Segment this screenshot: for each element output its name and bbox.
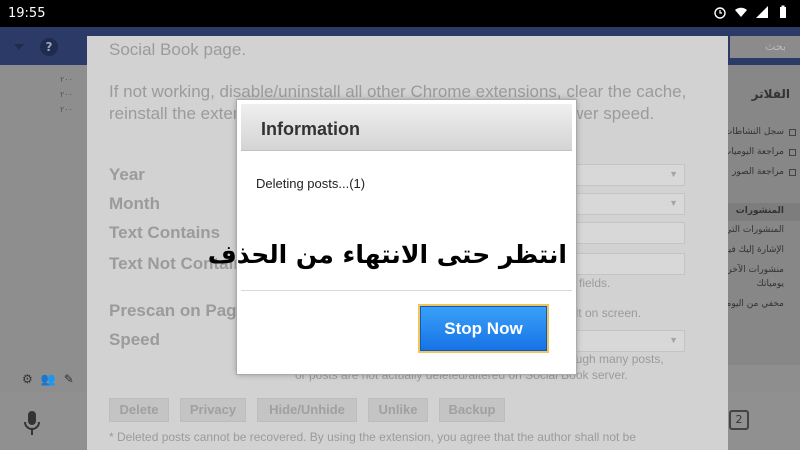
sidebar-item-photo-review[interactable]: مراجعة الصور xyxy=(732,167,784,177)
date-item: ٢٠٠ xyxy=(60,90,73,99)
information-dialog: Information Deleting posts...(1) انتظر ح… xyxy=(207,100,576,374)
fields-note: fields. xyxy=(579,276,611,290)
arabic-caption: انتظر حتى الانتهاء من الحذف xyxy=(207,240,567,269)
sidebar-item-timeline[interactable]: يومياتك xyxy=(756,279,784,289)
tab-count-button[interactable]: 2 xyxy=(729,410,749,430)
field-label-year: Year xyxy=(109,165,145,184)
sidebar-item-posts[interactable]: المنشورات التي xyxy=(725,225,784,235)
chevron-down-icon[interactable] xyxy=(14,44,24,50)
speed-select[interactable] xyxy=(569,330,685,352)
sidebar-item-activity-log[interactable]: سجل النشاطات xyxy=(724,127,784,137)
month-select[interactable] xyxy=(569,193,685,215)
field-label-text-contains: Text Contains xyxy=(109,223,221,242)
alarm-icon xyxy=(714,7,726,19)
prescan-note: ult on screen. xyxy=(569,306,642,320)
backup-button[interactable]: Backup xyxy=(439,398,505,422)
date-column: ٢٠٠ ٢٠٠ ٢٠٠ xyxy=(60,65,88,120)
year-select[interactable] xyxy=(569,164,685,186)
checkbox-icon xyxy=(789,169,796,176)
chat-toolbar: ⚙ 👥 ✎ xyxy=(14,367,88,391)
hide-unhide-button[interactable]: Hide/Unhide xyxy=(257,398,357,422)
progress-message: Deleting posts...(1) xyxy=(256,176,366,191)
text-not-contains-input[interactable] xyxy=(569,253,685,275)
delete-button[interactable]: Delete xyxy=(109,398,169,422)
filters-title: الفلاتر xyxy=(751,87,790,101)
gear-icon[interactable]: ⚙ xyxy=(22,372,33,386)
search-input[interactable]: بحث xyxy=(730,36,800,58)
sidebar-item-timeline-review[interactable]: مراجعة اليوميات xyxy=(723,147,784,157)
filters-sidebar: الفلاتر سجل النشاطات مراجعة اليوميات مرا… xyxy=(713,65,800,365)
dialog-title: Information xyxy=(261,119,360,139)
sidebar-item-tagged[interactable]: الإشارة إليك فيها xyxy=(722,245,784,255)
speed-note: ough many posts, xyxy=(569,352,664,366)
privacy-button[interactable]: Privacy xyxy=(180,398,246,422)
text-contains-input[interactable] xyxy=(569,222,685,244)
checkbox-icon xyxy=(789,149,796,156)
sidebar-section-posts[interactable]: المنشورات xyxy=(736,206,784,216)
battery-icon xyxy=(780,5,786,18)
status-bar: 19:55 xyxy=(0,0,800,27)
status-time: 19:55 xyxy=(8,6,46,21)
wifi-icon xyxy=(735,7,747,17)
date-item: ٢٠٠ xyxy=(60,105,73,114)
field-label-month: Month xyxy=(109,194,160,213)
signal-icon xyxy=(756,6,768,18)
field-label-speed: Speed xyxy=(109,330,161,349)
field-label-prescan: Prescan on Page xyxy=(109,301,247,320)
date-item: ٢٠٠ xyxy=(60,75,73,84)
dialog-divider xyxy=(241,290,572,291)
status-icons xyxy=(713,5,790,19)
panel-text: Social Book page. xyxy=(109,40,247,59)
help-icon[interactable]: ? xyxy=(40,38,58,56)
edit-icon[interactable]: ✎ xyxy=(64,372,74,386)
stop-now-button[interactable]: Stop Now xyxy=(420,306,547,351)
disclaimer-text: * Deleted posts cannot be recovered. By … xyxy=(109,430,637,444)
dialog-header: Information xyxy=(241,104,572,151)
checkbox-icon xyxy=(789,129,796,136)
friends-icon[interactable]: 👥 xyxy=(41,372,56,386)
unlike-button[interactable]: Unlike xyxy=(368,398,428,422)
microphone-icon[interactable] xyxy=(22,410,42,436)
